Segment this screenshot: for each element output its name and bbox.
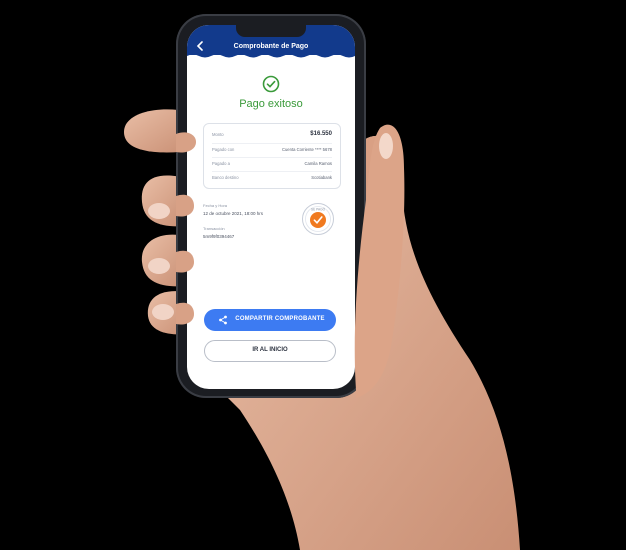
phone-notch <box>236 24 306 37</box>
badge-text: SE PAGÓ <box>311 206 326 211</box>
summary-label: Pagado a <box>212 161 230 166</box>
check-circle-icon <box>262 75 280 93</box>
divider <box>212 157 332 158</box>
success-title: Pago exitoso <box>239 98 303 110</box>
paid-stamp-icon: SE PAGÓ <box>302 203 334 235</box>
date-value: 12 de octubre 2021, 18:00 hrs <box>203 211 264 216</box>
back-arrow-icon[interactable] <box>195 41 205 51</box>
summary-value: Cuenta Corriente **** 5678 <box>281 147 332 152</box>
phone-screen: Comprobante de Pago Pago exitoso Monto $… <box>187 25 355 389</box>
summary-value: Camila Ramos <box>304 161 332 166</box>
divider <box>212 143 332 144</box>
payment-summary-card: Monto $16.550 Pagado con Cuenta Corrient… <box>203 123 341 189</box>
go-home-button[interactable]: IR AL INICIO <box>204 340 336 362</box>
share-icon <box>219 315 227 325</box>
date-label: Fecha y Hora <box>203 203 228 208</box>
page-title: Comprobante de Pago <box>233 43 309 50</box>
summary-value: Scotiabank <box>311 175 332 180</box>
share-receipt-button[interactable]: COMPARTIR COMPROBANTE <box>204 309 336 331</box>
header-wave-decoration <box>187 53 355 58</box>
share-button-label: COMPARTIR COMPROBANTE <box>235 316 325 322</box>
transaction-label: Transacción <box>203 226 225 231</box>
summary-value: $16.550 <box>310 131 332 137</box>
transaction-value: 5m9f9f0394467 <box>203 234 235 239</box>
summary-label: Banco destino <box>212 175 239 180</box>
summary-label: Pagado con <box>212 147 235 152</box>
summary-row-bank: Banco destino Scotiabank <box>212 175 332 187</box>
divider <box>212 171 332 172</box>
home-button-label: IR AL INICIO <box>252 347 288 353</box>
summary-label: Monto <box>212 132 224 137</box>
